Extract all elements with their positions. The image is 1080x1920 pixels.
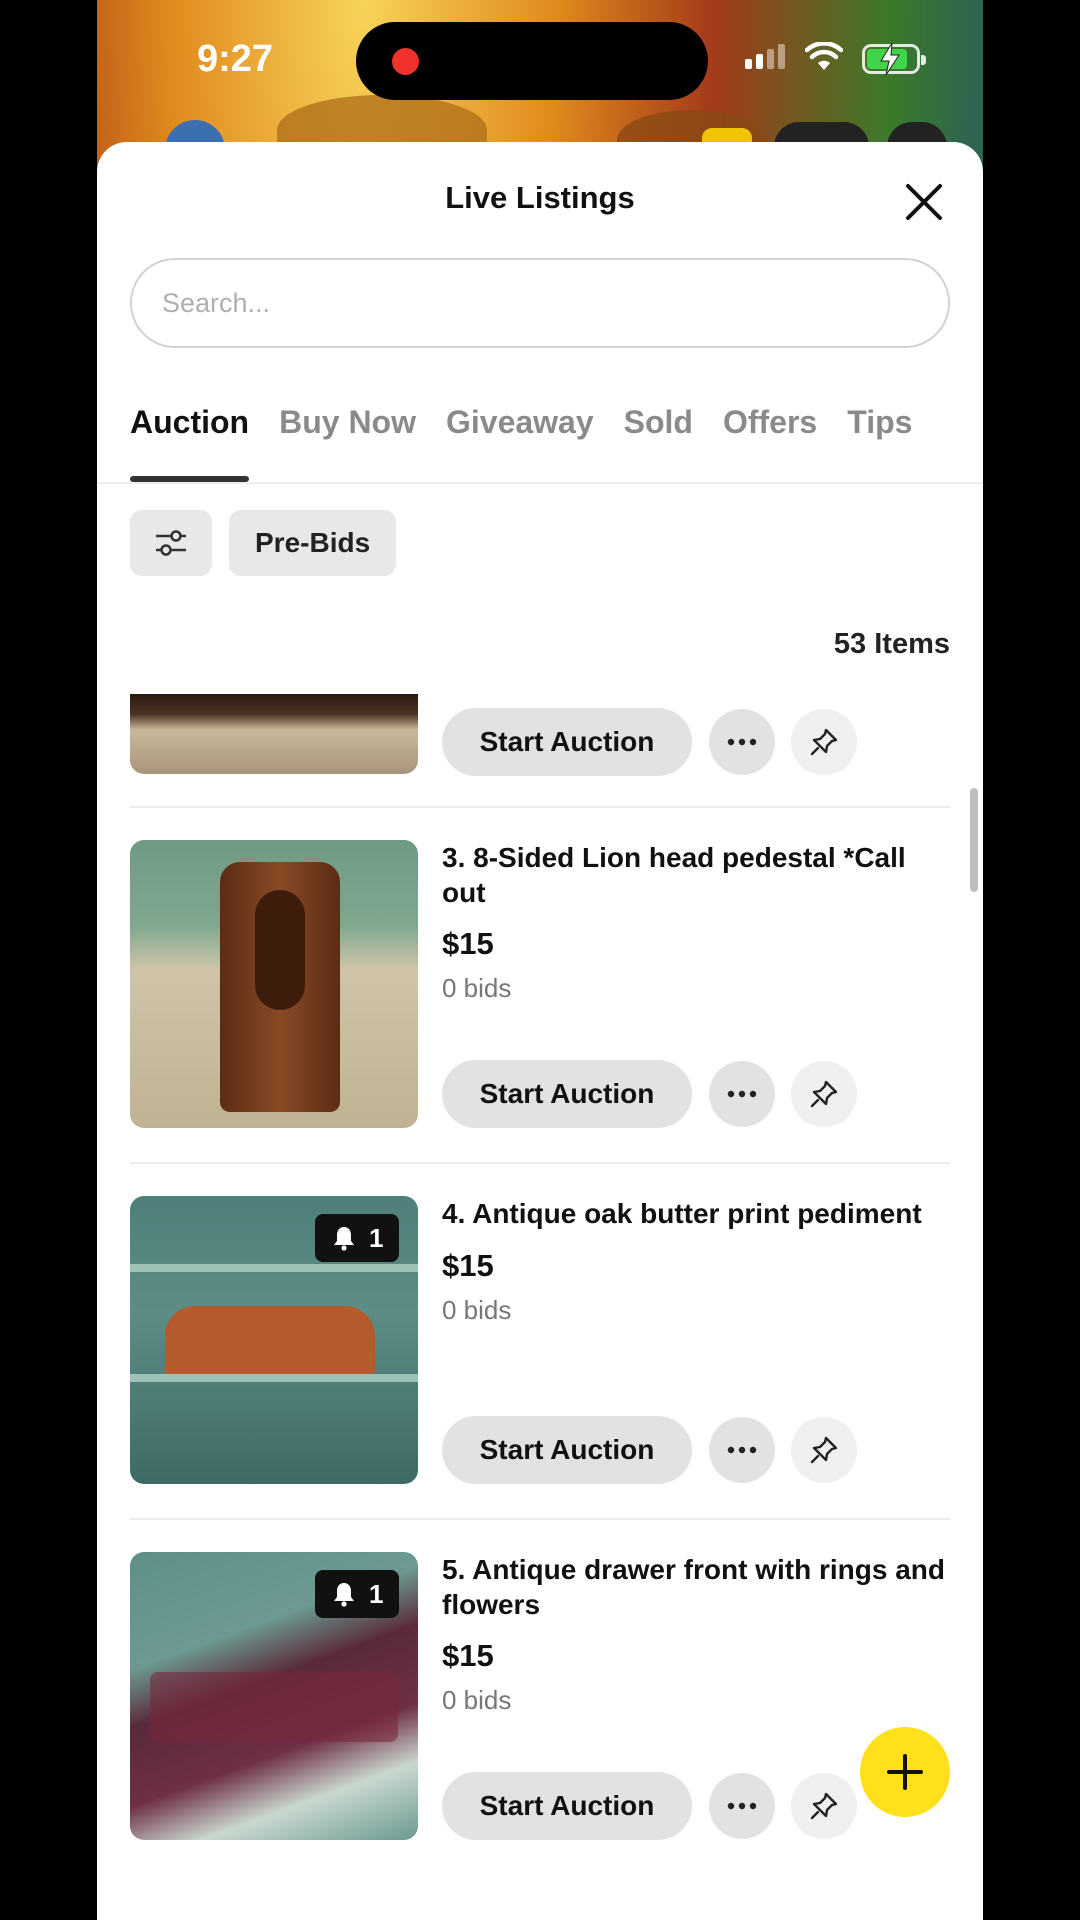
watchers-count: 1 [369, 1222, 384, 1253]
pin-button[interactable] [791, 1773, 857, 1839]
list-divider [130, 1162, 950, 1164]
add-listing-button[interactable] [860, 1727, 950, 1817]
start-auction-button[interactable]: Start Auction [442, 1416, 692, 1484]
plus-icon [887, 1754, 923, 1790]
list-item: 1 5. Antique drawer front with rings and… [130, 1552, 950, 1840]
ellipsis-icon [727, 1446, 757, 1454]
sliders-icon [156, 530, 186, 556]
list-item: 3. 8-Sided Lion head pedestal *Call out … [130, 840, 950, 1128]
item-bids: 0 bids [442, 1295, 512, 1325]
item-thumbnail[interactable] [130, 840, 418, 1128]
item-price: $15 [442, 926, 494, 961]
close-button[interactable] [902, 180, 946, 224]
pin-icon [810, 728, 838, 756]
tab-offers[interactable]: Offers [723, 404, 817, 482]
start-auction-button[interactable]: Start Auction [442, 708, 692, 776]
pin-icon [810, 1436, 838, 1464]
listing-tabs: Auction Buy Now Giveaway Sold Offers Tips [130, 404, 942, 482]
prebids-filter-button[interactable]: Pre-Bids [229, 510, 397, 576]
pin-button[interactable] [791, 709, 857, 775]
list-divider [130, 806, 950, 808]
close-icon [906, 184, 942, 220]
item-bids: 0 bids [442, 973, 512, 1003]
ellipsis-icon [727, 738, 757, 746]
more-options-button[interactable] [709, 1417, 775, 1483]
items-count: 53 Items [833, 628, 950, 660]
item-title: 4. Antique oak butter print pediment [442, 1198, 922, 1229]
pin-icon [810, 1792, 838, 1820]
more-options-button[interactable] [709, 1061, 775, 1127]
filter-button[interactable] [130, 510, 212, 576]
live-listings-sheet: Live Listings Auction Buy Now Giveaway Sold… [97, 142, 983, 1920]
item-price: $15 [442, 1638, 494, 1673]
more-options-button[interactable] [709, 1773, 775, 1839]
watchers-badge: 1 [315, 1570, 400, 1618]
bell-icon [334, 1227, 354, 1251]
dynamic-island [356, 22, 708, 100]
item-title: 3. 8-Sided Lion head pedestal *Call out [442, 842, 906, 908]
start-auction-button[interactable]: Start Auction [442, 1772, 692, 1840]
item-title: 5. Antique drawer front with rings and f… [442, 1554, 945, 1620]
pin-button[interactable] [791, 1061, 857, 1127]
search-input[interactable] [130, 258, 950, 348]
tab-sold[interactable]: Sold [624, 404, 693, 482]
status-bar: 9:27 [97, 0, 983, 120]
cellular-signal-icon [745, 44, 785, 69]
scrollbar[interactable] [970, 788, 978, 892]
list-item: Start Auction [130, 694, 950, 784]
tab-buy-now[interactable]: Buy Now [279, 404, 416, 482]
status-time: 9:27 [197, 38, 274, 80]
more-options-button[interactable] [709, 709, 775, 775]
tabs-divider [97, 482, 983, 484]
tab-tips[interactable]: Tips [847, 404, 912, 482]
item-thumbnail[interactable] [130, 694, 418, 774]
pin-icon [810, 1080, 838, 1108]
list-item: 1 4. Antique oak butter print pediment $… [130, 1196, 950, 1484]
ellipsis-icon [727, 1090, 757, 1098]
sheet-title: Live Listings [445, 180, 635, 215]
list-divider [130, 1518, 950, 1520]
tab-auction[interactable]: Auction [130, 404, 250, 482]
tab-giveaway[interactable]: Giveaway [446, 404, 594, 482]
wifi-icon [805, 42, 843, 70]
item-price: $15 [442, 1248, 494, 1283]
battery-icon [862, 43, 926, 75]
ellipsis-icon [727, 1802, 757, 1810]
bell-icon [334, 1583, 354, 1607]
start-auction-button[interactable]: Start Auction [442, 1060, 692, 1128]
watchers-badge: 1 [315, 1214, 400, 1262]
item-bids: 0 bids [442, 1685, 512, 1715]
recording-indicator-icon [392, 48, 419, 75]
watchers-count: 1 [369, 1578, 384, 1609]
pin-button[interactable] [791, 1417, 857, 1483]
